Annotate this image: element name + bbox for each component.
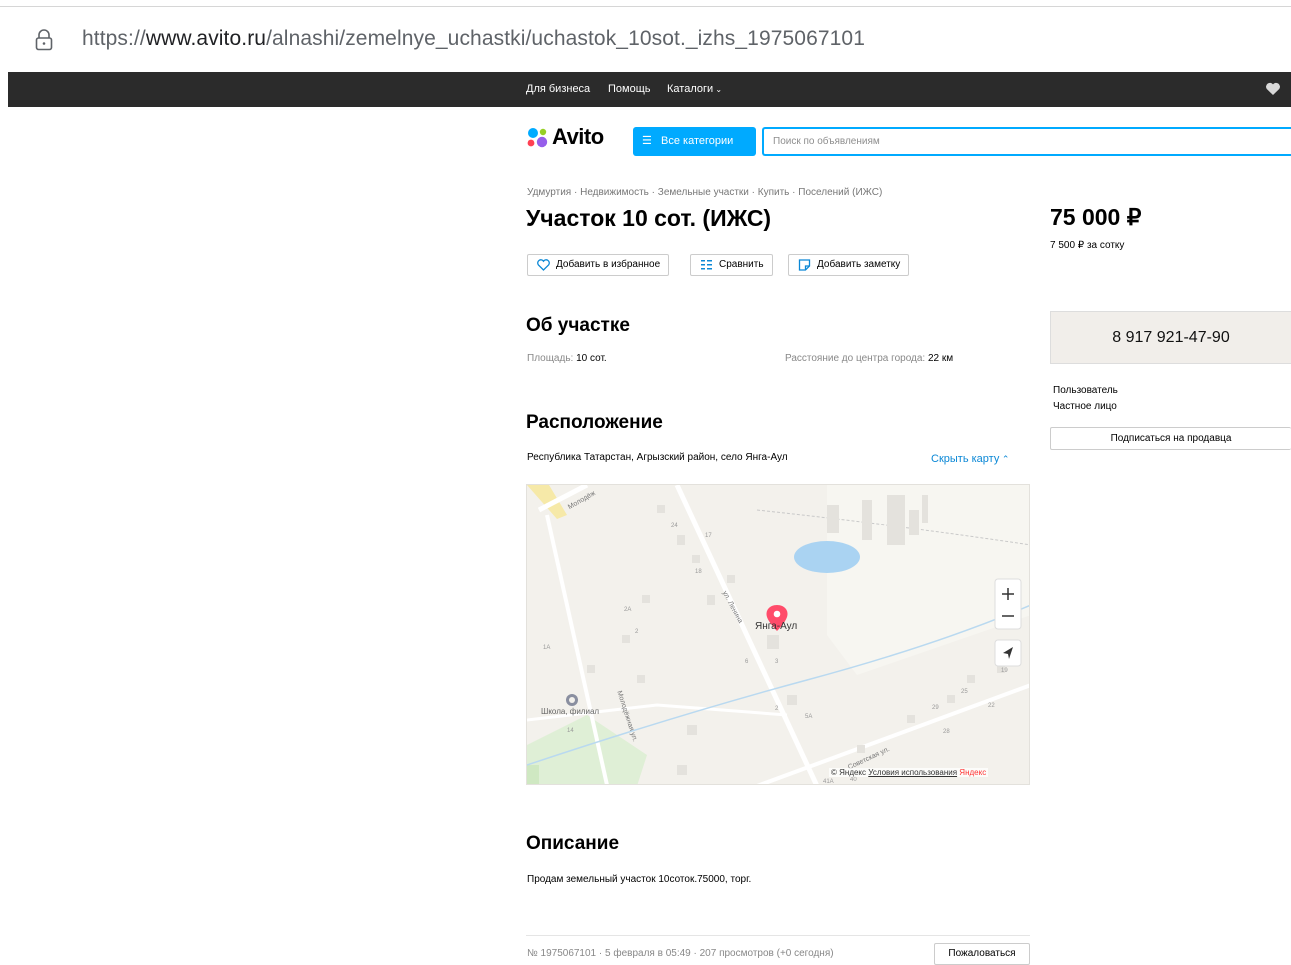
map-house-number: 2 <box>775 706 779 712</box>
description-heading: Описание <box>526 833 620 854</box>
about-heading: Об участке <box>526 315 630 336</box>
map-canvas[interactable] <box>527 485 1030 785</box>
heart-icon[interactable] <box>1265 82 1281 96</box>
add-note-label: Добавить заметку <box>817 259 901 270</box>
hide-map-label: Скрыть карту <box>931 453 1000 465</box>
yandex-logo[interactable]: Яндекс <box>959 768 986 777</box>
report-button[interactable]: Пожаловаться <box>934 943 1030 965</box>
add-note-button[interactable]: Добавить заметку <box>788 254 910 276</box>
hide-map-link[interactable]: Скрыть карту ⌃ <box>931 453 1009 465</box>
address-text: Республика Татарстан, Агрызский район, с… <box>527 452 788 463</box>
search-input[interactable]: Поиск по объявлениям <box>762 127 1291 156</box>
categories-search-icon: ☰ <box>642 135 652 147</box>
map-house-number: 29 <box>932 705 939 711</box>
map-house-number: 14 <box>567 728 574 734</box>
map[interactable]: Янга-Аул Школа, филиал Молодёжная ул. ул… <box>526 484 1030 785</box>
distance-row: Расстояние до центра города: 22 км <box>785 353 953 364</box>
map-house-number: 18 <box>695 569 702 575</box>
distance-label: Расстояние до центра города: <box>785 353 926 364</box>
top-nav-bar: Для бизнеса Помощь Каталоги ⌄ <box>8 72 1291 107</box>
nav-catalogs-label: Каталоги <box>667 83 714 95</box>
map-house-number: 5А <box>805 714 813 720</box>
area-row: Площадь: 10 сот. <box>527 353 607 364</box>
map-house-number: 17 <box>705 533 712 539</box>
add-to-favorites-button[interactable]: Добавить в избранное <box>527 254 670 276</box>
add-to-favorites-label: Добавить в избранное <box>556 259 661 270</box>
map-school-label: Школа, филиал <box>541 707 600 716</box>
footer-divider <box>526 935 1030 936</box>
all-categories-button[interactable]: ☰ Все категории <box>633 127 756 156</box>
note-icon <box>798 259 811 271</box>
nav-business-link[interactable]: Для бизнеса <box>526 83 590 95</box>
compare-label: Сравнить <box>719 259 764 270</box>
url-field[interactable]: https://www.avito.ru/alnashi/zemelnye_uc… <box>82 27 865 51</box>
url-domain: www.avito.ru <box>145 27 267 50</box>
map-house-number: 41А <box>823 779 834 785</box>
logo-text: Avito <box>552 124 604 149</box>
nav-help-link[interactable]: Помощь <box>608 83 651 95</box>
map-attribution: © Яндекс Условия использования Яндекс <box>829 768 989 777</box>
location-heading: Расположение <box>526 412 663 433</box>
chevron-up-icon: ⌃ <box>999 454 1010 464</box>
map-house-number: 6 <box>745 659 749 665</box>
area-value: 10 сот. <box>576 353 607 364</box>
price-per-unit: 7 500 ₽ за сотку <box>1050 240 1125 251</box>
lock-icon[interactable] <box>34 29 54 51</box>
map-house-number: 19 <box>1001 668 1008 674</box>
seller-name[interactable]: Пользователь <box>1053 385 1118 396</box>
map-house-number: 2 <box>635 629 639 635</box>
map-terms-link[interactable]: Условия использования <box>868 768 957 777</box>
price: 75 000 ₽ <box>1050 204 1142 230</box>
all-categories-label: Все категории <box>661 135 734 147</box>
nav-catalogs-link[interactable]: Каталоги ⌄ <box>667 83 722 95</box>
page-title: Участок 10 сот. (ИЖС) <box>526 205 772 231</box>
area-label: Площадь: <box>527 353 574 364</box>
map-house-number: 24 <box>671 523 678 529</box>
item-meta: № 1975067101 · 5 февраля в 05:49 · 207 п… <box>527 948 834 959</box>
distance-value: 22 км <box>928 353 954 364</box>
heart-outline-icon <box>537 259 550 271</box>
map-house-number: 25 <box>961 689 968 695</box>
breadcrumb[interactable]: Удмуртия · Недвижимость · Земельные учас… <box>527 187 882 198</box>
map-house-number: 1А <box>543 645 551 651</box>
map-place-label: Янга-Аул <box>755 621 798 632</box>
seller-type: Частное лицо <box>1053 401 1117 412</box>
browser-address-bar: https://www.avito.ru/alnashi/zemelnye_uc… <box>0 0 1291 72</box>
description-text: Продам земельный участок 10соток.75000, … <box>527 874 752 885</box>
subscribe-seller-button[interactable]: Подписаться на продавца <box>1050 427 1291 450</box>
avito-logo-dots-icon <box>527 128 548 148</box>
url-path: /alnashi/zemelnye_uchastki/uchastok_10so… <box>266 27 865 50</box>
map-copyright: © Яндекс <box>831 768 867 777</box>
map-house-number: 3 <box>775 659 779 665</box>
map-house-number: 40 <box>850 777 857 783</box>
map-house-number: 2А <box>624 607 632 613</box>
map-house-number: 28 <box>943 729 950 735</box>
chevron-down-icon: ⌄ <box>713 85 723 94</box>
tab-strip-divider <box>1020 6 1291 7</box>
compare-button[interactable]: Сравнить <box>690 254 773 276</box>
tab-strip-divider <box>0 6 1020 7</box>
map-house-number: 22 <box>988 703 995 709</box>
show-phone-button[interactable]: 8 917 921-47-90 <box>1050 311 1291 364</box>
url-scheme: https:// <box>82 27 146 50</box>
compare-icon <box>701 260 712 270</box>
